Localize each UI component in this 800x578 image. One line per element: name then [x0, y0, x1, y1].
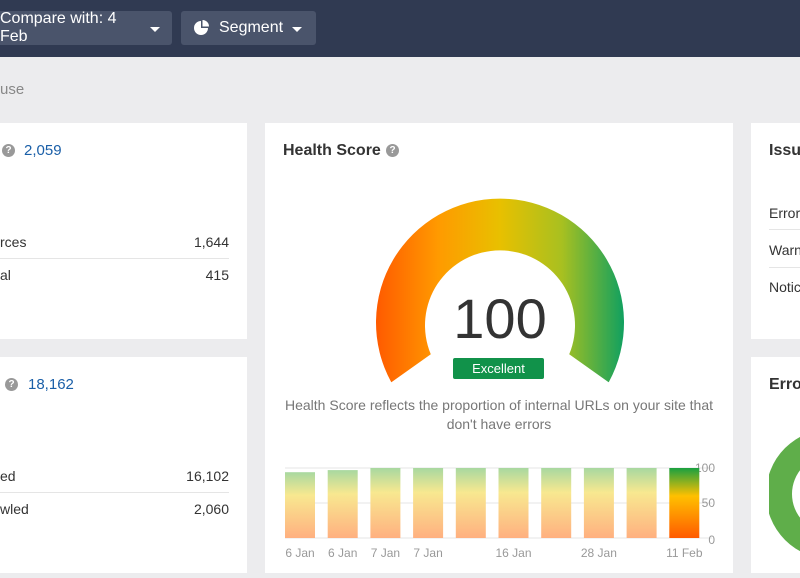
health-score-card: Health Score ? 100 Excellent Health Scor… — [265, 123, 733, 573]
card-title: Issu — [769, 142, 800, 159]
history-bar[interactable] — [413, 468, 444, 538]
pie-chart-icon — [194, 20, 209, 35]
donut-ring — [769, 436, 800, 552]
history-bar[interactable] — [285, 472, 315, 538]
health-history-chart: 1005006 Jan 6 Jan 7 Jan 7 Jan 16 Jan 28 Jan 11… — [285, 461, 716, 560]
health-score-value: 100 — [453, 287, 547, 350]
history-bar[interactable] — [583, 468, 614, 538]
row-label: wled — [0, 501, 29, 517]
row-label: al — [0, 267, 11, 283]
divider — [769, 267, 800, 268]
row-value: 415 — [205, 267, 229, 283]
history-bar[interactable] — [455, 468, 486, 538]
chevron-down-icon — [292, 26, 303, 32]
issues-card: Issu Error Warn Notic — [751, 123, 800, 339]
row-value: 2,060 — [193, 501, 229, 517]
divider — [0, 258, 229, 259]
row-value: 1,644 — [193, 234, 229, 250]
segment-label: Segment — [219, 19, 284, 36]
help-icon[interactable]: ? — [5, 378, 18, 391]
history-bar[interactable] — [498, 468, 529, 538]
history-bar[interactable] — [327, 470, 358, 538]
compare-label: Compare with: 4 Feb — [0, 10, 117, 45]
top-bar: Compare with: 4 Feb Segment — [0, 0, 800, 57]
segment-dropdown[interactable]: Segment — [181, 11, 316, 45]
chevron-down-icon — [150, 26, 160, 32]
divider — [769, 229, 800, 230]
health-score-description: Health Score reflects the proportion of … — [285, 397, 713, 432]
x-tick-label: 28 Jan — [581, 546, 617, 560]
divider — [0, 492, 229, 493]
history-bar[interactable] — [370, 468, 401, 538]
row-label: ed — [0, 468, 16, 484]
help-icon[interactable]: ? — [2, 144, 15, 157]
breadcrumb: use — [0, 81, 25, 98]
history-bar[interactable] — [669, 468, 700, 538]
history-bar[interactable] — [626, 468, 657, 538]
x-tick-label: 6 Jan — [328, 546, 357, 560]
history-bar[interactable] — [541, 468, 572, 538]
compare-with-dropdown[interactable]: Compare with: 4 Feb — [0, 10, 172, 45]
issue-row-warnings[interactable]: Warn — [769, 242, 800, 258]
total-link[interactable]: 18,162 — [28, 376, 74, 393]
errors-donut-chart — [769, 436, 800, 552]
row-label: rces — [0, 234, 27, 250]
issue-row-notices[interactable]: Notic — [769, 279, 800, 295]
excellent-badge: Excellent — [453, 358, 544, 379]
row-value: 16,102 — [186, 468, 229, 484]
card-title: Erro — [769, 376, 800, 393]
crawled-summary-card: ? 2,059 rces 1,644 al 415 — [0, 123, 247, 339]
help-icon[interactable]: ? — [386, 144, 399, 157]
y-tick-label: 50 — [702, 496, 716, 510]
x-tick-label: 16 Jan — [495, 546, 531, 560]
urls-summary-card: ? 18,162 ed 16,102 wled 2,060 — [0, 357, 247, 573]
total-link[interactable]: 2,059 — [24, 142, 62, 159]
x-tick-label: 7 Jan — [413, 546, 442, 560]
x-tick-label: 6 Jan — [285, 546, 314, 560]
x-tick-label: 7 Jan — [371, 546, 400, 560]
errors-card: Erro — [751, 357, 800, 573]
x-tick-label: 11 Feb — [666, 546, 703, 560]
issue-row-errors[interactable]: Error — [769, 205, 800, 221]
card-title: Health Score — [283, 142, 381, 159]
y-tick-label: 0 — [708, 533, 715, 547]
